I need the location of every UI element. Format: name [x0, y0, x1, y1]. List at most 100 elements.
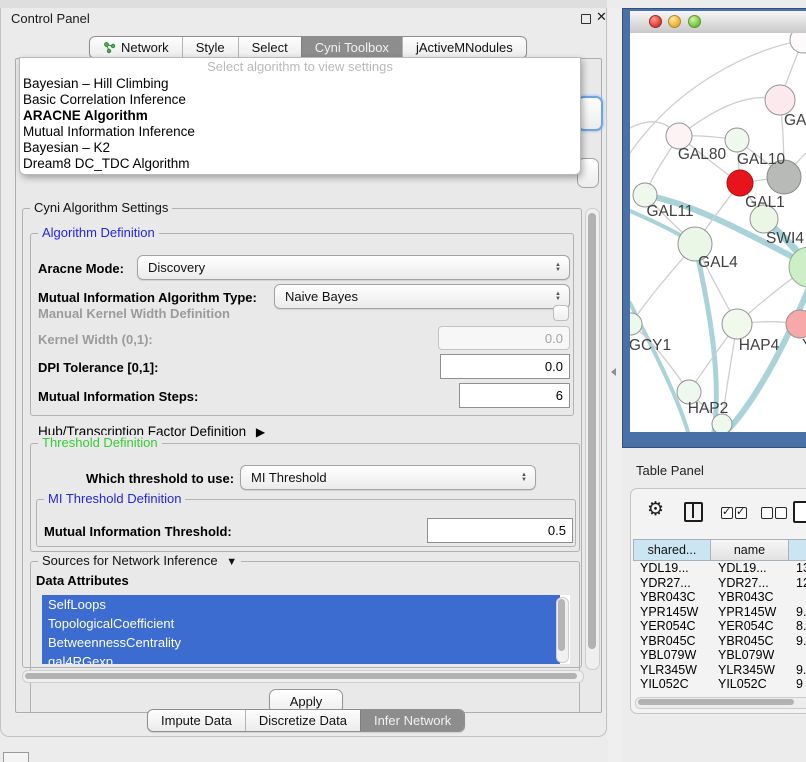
attributes-scrollbar[interactable] — [556, 597, 569, 663]
table-hscroll-thumb[interactable] — [638, 699, 794, 705]
zoom-traffic-light-icon[interactable] — [688, 15, 701, 28]
float-window-icon[interactable] — [581, 14, 591, 24]
network-edge — [631, 324, 689, 392]
table-row[interactable]: YER054CYER054C8. — [633, 619, 806, 634]
node-label-gal4: GAL4 — [698, 254, 738, 271]
sources-title-row[interactable]: Sources for Network Inference ▼ — [38, 553, 241, 568]
mi-threshold-field[interactable]: 0.5 — [427, 518, 573, 543]
bottom-tab-discretize-data[interactable]: Discretize Data — [245, 710, 360, 731]
divider-collapse-icon[interactable] — [611, 368, 616, 376]
attribute-item-gal4rgexp[interactable]: gal4RGexp — [42, 652, 560, 664]
bottom-left-partial-icon[interactable] — [3, 752, 29, 762]
settings-vertical-scrollbar[interactable] — [585, 208, 600, 670]
table-row[interactable]: YLR345WYLR345W9. — [633, 663, 806, 678]
tab-select[interactable]: Select — [238, 37, 301, 58]
table-horizontal-scrollbar[interactable] — [635, 697, 806, 709]
document-icon[interactable] — [793, 501, 806, 523]
table-cell: YBL079W — [711, 648, 789, 662]
checked-checkbox-icon[interactable] — [735, 507, 747, 519]
dpi-tolerance-field[interactable]: 0.0 — [440, 354, 570, 379]
data-attributes-list[interactable]: SelfLoopsTopologicalCoefficientBetweenne… — [42, 595, 570, 664]
network-node-gal10[interactable] — [725, 128, 749, 152]
bottom-tab-impute-data[interactable]: Impute Data — [148, 710, 245, 731]
column-header-clipped[interactable] — [789, 539, 806, 561]
table-cell: YBR045C — [633, 634, 711, 648]
mi-threshold-label: Mutual Information Threshold: — [44, 524, 232, 539]
mi-type-select[interactable]: Naive Bayes ▲▼ — [274, 284, 570, 309]
data-attributes-label: Data Attributes — [36, 573, 129, 588]
close-icon[interactable]: ✕ — [596, 9, 607, 25]
algorithm-option-dream8-dc-tdc-algorithm[interactable]: Dream8 DC_TDC Algorithm — [20, 156, 580, 172]
dpi-tolerance-label: DPI Tolerance [0,1]: — [38, 360, 158, 375]
table-cell: 9. — [789, 663, 806, 677]
close-traffic-light-icon[interactable] — [649, 15, 662, 28]
table-row[interactable]: YPR145WYPR145W9. — [633, 605, 806, 620]
tab-network[interactable]: Network — [90, 37, 182, 58]
network-canvas[interactable]: GALGAL80GAL10GAL1GAL11SWI4GAL4GCY1HAP4YH… — [630, 33, 806, 432]
minimize-traffic-light-icon[interactable] — [668, 15, 681, 28]
algorithm-option-bayesian-k2[interactable]: Bayesian – K2 — [20, 140, 580, 156]
gear-icon[interactable]: ⚙ — [647, 500, 664, 519]
algorithm-option-aracne-algorithm[interactable]: ARACNE Algorithm — [20, 108, 580, 124]
table-cell: 9. — [789, 605, 806, 619]
kernel-width-label: Kernel Width (0,1): — [38, 332, 153, 347]
bottom-tab-infer-network[interactable]: Infer Network — [360, 710, 464, 731]
table-cell: 12 — [789, 576, 806, 590]
network-edge-thick — [726, 285, 806, 432]
settings-horizontal-scrollbar[interactable] — [22, 670, 584, 683]
table-row[interactable]: YDL19...YDL19...13 — [633, 561, 806, 576]
manual-kernel-checkbox[interactable] — [553, 305, 569, 321]
table-cell: YBL079W — [633, 648, 711, 662]
algorithm-list: Bayesian – Hill ClimbingBasic Correlatio… — [20, 76, 580, 172]
table-cell: YPR145W — [711, 605, 789, 619]
tab-label: Cyni Toolbox — [315, 40, 389, 55]
tab-label: jActiveMNodules — [416, 40, 513, 55]
algorithm-option-basic-correlation-inference[interactable]: Basic Correlation Inference — [20, 92, 580, 108]
table-cell: YDR27... — [633, 576, 711, 590]
column-layout-icon[interactable] — [684, 502, 703, 522]
which-threshold-label: Which threshold to use: — [86, 471, 234, 486]
table-row[interactable]: YDR27...YDR27...12 — [633, 576, 806, 591]
column-header-shared[interactable]: shared... — [633, 539, 711, 561]
network-window-titlebar[interactable] — [630, 11, 806, 34]
table-row[interactable]: YBR043CYBR043C — [633, 590, 806, 605]
bottom-tab-label: Impute Data — [161, 713, 232, 728]
panel-divider[interactable] — [608, 8, 622, 762]
attributes-scrollbar-thumb[interactable] — [558, 599, 565, 651]
network-node-gal[interactable] — [765, 85, 795, 115]
mi-threshold-definition-title: MI Threshold Definition — [44, 491, 185, 506]
control-panel-tabs: NetworkStyleSelect Cyni Toolbox jActiveMNo… — [89, 36, 527, 59]
mi-steps-field[interactable]: 6 — [459, 383, 570, 408]
attribute-item-betweennesscentrality[interactable]: BetweennessCentrality — [42, 633, 560, 652]
checked-checkbox-icon[interactable] — [721, 507, 733, 519]
aracne-mode-select[interactable]: Discovery ▲▼ — [137, 255, 570, 280]
attribute-item-selfloops[interactable]: SelfLoops — [42, 595, 560, 614]
bottom-tabs: Impute Data Discretize DataInfer Network — [147, 709, 465, 732]
table-cell: YDL19... — [633, 561, 711, 575]
table-row[interactable]: YBL079WYBL079W — [633, 648, 806, 663]
table-header-row: shared...name — [633, 539, 806, 561]
network-node-hap4[interactable] — [722, 309, 752, 339]
attribute-item-topologicalcoefficient[interactable]: TopologicalCoefficient — [42, 614, 560, 633]
network-node[interactable] — [790, 33, 806, 53]
tab-jactivemnodules[interactable]: jActiveMNodules — [402, 37, 526, 58]
which-threshold-select[interactable]: MI Threshold ▲▼ — [240, 465, 536, 490]
table-row[interactable]: YIL052CYIL052C9 — [633, 677, 806, 692]
settings-hscroll-thumb[interactable] — [25, 673, 577, 680]
algorithm-option-bayesian-hill-climbing[interactable]: Bayesian – Hill Climbing — [20, 76, 580, 92]
unchecked-checkbox-icon[interactable] — [775, 507, 787, 519]
tab-style[interactable]: Style — [182, 37, 238, 58]
mi-type-value: Naive Bayes — [285, 289, 358, 304]
network-node-gal1[interactable] — [727, 170, 753, 196]
column-header-name[interactable]: name — [711, 539, 789, 561]
tab-cyni-toolbox[interactable]: Cyni Toolbox — [301, 37, 402, 58]
node-label-gcy1: GCY1 — [630, 337, 671, 354]
settings-vscroll-thumb[interactable] — [588, 213, 596, 649]
node-label-swi4: SWI4 — [766, 230, 804, 247]
table-panel: ⚙ shared...name YDL19...YDL19...13YDR27.… — [630, 488, 806, 714]
kernel-width-field: 0.0 — [438, 326, 570, 350]
network-view-window: GALGAL80GAL10GAL1GAL11SWI4GAL4GCY1HAP4YH… — [622, 8, 806, 448]
table-row[interactable]: YBR045CYBR045C9. — [633, 634, 806, 649]
unchecked-checkbox-icon[interactable] — [761, 507, 773, 519]
algorithm-option-mutual-information-inference[interactable]: Mutual Information Inference — [20, 124, 580, 140]
